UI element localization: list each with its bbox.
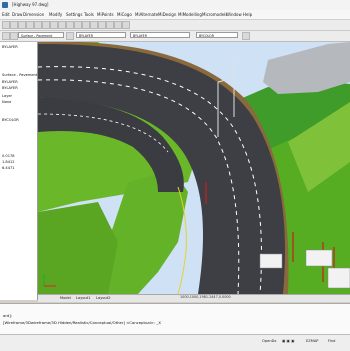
plot-style-icon[interactable] — [242, 32, 250, 40]
properties-palette: BYLAYER Surface - Pavement BYLAYER BYLAY… — [0, 42, 38, 300]
menu-item-settings[interactable]: Settings — [66, 12, 82, 17]
status-bar: OpenDx ▣ ▣ ▣ EZMAP Find — [0, 334, 350, 351]
standard-toolbar — [0, 20, 350, 31]
properties-icon[interactable] — [106, 21, 114, 29]
linetype-combo[interactable]: BYLAYER — [76, 32, 126, 38]
help-icon[interactable] — [122, 21, 130, 29]
tab-layout2[interactable]: Layout2 — [96, 296, 111, 300]
drawing-viewport[interactable] — [38, 42, 350, 294]
menu-item-help[interactable]: Help — [243, 12, 252, 17]
redo-icon[interactable] — [66, 21, 74, 29]
palette-line: 6.4471 — [2, 166, 15, 170]
billboard — [305, 249, 333, 267]
billboard — [259, 253, 283, 269]
save-icon[interactable] — [18, 21, 26, 29]
palette-line: BYLAYER — [2, 45, 18, 49]
layers-icon[interactable] — [114, 21, 122, 29]
layer-state-icon[interactable] — [10, 32, 18, 40]
menu-item-micromodels[interactable]: Micromodels — [202, 12, 227, 17]
layer-combo[interactable]: Surface - Pavement — [18, 32, 64, 38]
color-combo[interactable]: BYCOLOR — [196, 32, 238, 38]
app-icon — [2, 2, 8, 8]
layer-manager-icon[interactable] — [2, 32, 10, 40]
paste-icon[interactable] — [50, 21, 58, 29]
palette-line: 1.8412 — [2, 160, 15, 164]
window-title: [Highway 97.dwg] — [12, 2, 49, 7]
zoom-icon[interactable] — [82, 21, 90, 29]
cut-icon[interactable] — [34, 21, 42, 29]
copy-icon[interactable] — [42, 21, 50, 29]
palette-line: 0.0178 — [2, 154, 15, 158]
new-file-icon[interactable] — [2, 21, 10, 29]
tab-model[interactable]: Model — [60, 296, 71, 300]
properties-toolbar: Surface - Pavement BYLAYER BYLAYER BYCOL… — [0, 31, 350, 42]
menu-item-mipoints[interactable]: MiPoints — [97, 12, 114, 17]
palette-line: BYCOLOR — [2, 118, 19, 122]
pan-icon[interactable] — [74, 21, 82, 29]
menu-item-micogo[interactable]: MiCogo — [117, 12, 132, 17]
menu-item-dimension[interactable]: Dimension — [23, 12, 44, 17]
menu-item-modify[interactable]: Modify — [49, 12, 62, 17]
opendx-toggle[interactable]: OpenDx — [262, 339, 277, 343]
lineweight-combo[interactable]: BYLAYER — [130, 32, 190, 38]
open-file-icon[interactable] — [10, 21, 18, 29]
tab-layout1[interactable]: Layout1 — [76, 296, 91, 300]
road-model-render — [38, 42, 350, 294]
print-icon[interactable] — [26, 21, 34, 29]
zoom-extents-icon[interactable] — [98, 21, 106, 29]
status-icon[interactable]: ▣ ▣ ▣ — [282, 339, 294, 343]
menu-bar: Edit Draw Dimension Modify Settings Tool… — [0, 10, 350, 20]
menu-item-draw[interactable]: Draw — [12, 12, 22, 17]
command-window[interactable]: ard]: [Wireframe/3Dwireframe/3D Hidden/R… — [0, 303, 350, 334]
menu-item-tools[interactable]: Tools — [84, 12, 94, 17]
menu-item-mimodelling[interactable]: MiModelling — [178, 12, 202, 17]
palette-line: BYLAYER — [2, 80, 18, 84]
menu-item-window[interactable]: Window — [226, 12, 242, 17]
make-current-icon[interactable] — [66, 32, 74, 40]
palette-line: None — [2, 100, 12, 104]
palette-line: BYLAYER — [2, 86, 18, 90]
ezmap-toggle[interactable]: EZMAP — [306, 339, 318, 343]
coordinate-readout: 1000.1000,1981.2447,0.0000 — [180, 295, 231, 299]
menu-item-mialternate[interactable]: MiAlternate — [135, 12, 158, 17]
palette-line: Surface - Pavement — [2, 73, 38, 77]
find-button[interactable]: Find — [328, 339, 335, 343]
undo-icon[interactable] — [58, 21, 66, 29]
command-history-line: ard]: — [3, 313, 12, 318]
command-prompt-line[interactable]: [Wireframe/3Dwireframe/3D Hidden/Realist… — [3, 320, 161, 325]
zoom-window-icon[interactable] — [90, 21, 98, 29]
palette-line: Layer — [2, 94, 13, 98]
billboard — [327, 267, 350, 289]
menu-item-midesign[interactable]: MiDesign — [158, 12, 176, 17]
menu-item-edit[interactable]: Edit — [2, 12, 10, 17]
